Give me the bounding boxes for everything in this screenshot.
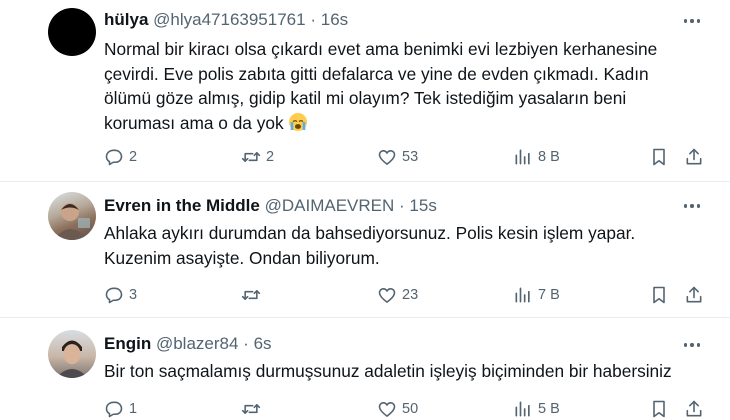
- reply-button[interactable]: 1: [104, 398, 137, 420]
- reply-icon: [105, 149, 123, 166]
- tweet-actions: 2 2 53 8 B: [104, 146, 704, 168]
- bookmark-icon: [653, 148, 665, 166]
- timestamp[interactable]: 15s: [409, 196, 436, 215]
- avatar[interactable]: [48, 330, 96, 378]
- tweet-header: Evren in the Middle @DAIMAEVREN · 15s: [104, 196, 437, 216]
- views-button[interactable]: 5 B: [513, 398, 560, 420]
- bookmark-button[interactable]: [649, 398, 669, 420]
- retweet-button[interactable]: [241, 284, 266, 306]
- tweet-text-line: Bir ton saçmalamış durmuşsunuz adaletin …: [104, 361, 672, 381]
- more-options-icon[interactable]: [684, 202, 704, 210]
- like-count: 50: [402, 401, 419, 417]
- heart-icon: [378, 402, 396, 417]
- reply-tweet[interactable]: hülya @hlya47163951761 · 16s Normal bir …: [0, 0, 730, 181]
- share-button[interactable]: [684, 398, 704, 420]
- share-button[interactable]: [684, 146, 704, 168]
- like-count: 23: [402, 287, 419, 303]
- reply-icon: [105, 287, 123, 304]
- share-button[interactable]: [684, 284, 704, 306]
- reply-count: 2: [129, 149, 138, 165]
- share-icon: [686, 148, 702, 165]
- share-icon: [686, 286, 702, 303]
- bookmark-button[interactable]: [649, 146, 669, 168]
- author-handle[interactable]: @hlya47163951761: [153, 10, 305, 29]
- avatar[interactable]: [48, 8, 96, 56]
- separator-dot: ·: [243, 334, 249, 353]
- like-button[interactable]: 23: [377, 284, 418, 306]
- analytics-icon: [515, 149, 530, 165]
- reply-tweet[interactable]: Engin @blazer84 · 6s Bir ton saçmalamış …: [0, 318, 730, 420]
- separator-dot: ·: [399, 196, 405, 215]
- retweet-button[interactable]: [241, 398, 266, 420]
- views-count: 7 B: [538, 287, 560, 303]
- timestamp[interactable]: 6s: [254, 334, 272, 353]
- author-handle[interactable]: @blazer84: [156, 334, 238, 353]
- tweet-header: Engin @blazer84 · 6s: [104, 334, 272, 354]
- more-options-icon[interactable]: [684, 17, 704, 25]
- tweet-text-line: ölümü göze almış, gidip katil mi olayım?…: [104, 88, 627, 108]
- author-name[interactable]: Engin: [104, 334, 151, 353]
- reply-icon: [105, 401, 123, 418]
- like-count: 53: [402, 149, 419, 165]
- tweet-text-line: Normal bir kiracı olsa çıkardı evet ama …: [104, 39, 658, 59]
- views-count: 5 B: [538, 401, 560, 417]
- avatar[interactable]: [48, 192, 96, 240]
- analytics-icon: [515, 287, 530, 303]
- timestamp[interactable]: 16s: [321, 10, 348, 29]
- analytics-icon: [515, 401, 530, 417]
- more-options-icon[interactable]: [684, 341, 704, 349]
- views-button[interactable]: 7 B: [513, 284, 560, 306]
- separator-dot: ·: [310, 10, 316, 29]
- reply-button[interactable]: 3: [104, 284, 137, 306]
- tweet-text-line: Kuzenim asayişte. Ondan biliyorum.: [104, 247, 380, 268]
- like-button[interactable]: 50: [377, 398, 418, 420]
- tweet-text: Bir ton saçmalamış durmuşsunuz adaletin …: [104, 359, 704, 384]
- retweet-icon: [241, 290, 261, 300]
- tweet-text-line: Ahlaka aykırı durumdan da bahsediyorsunu…: [104, 223, 636, 243]
- retweet-icon: [241, 404, 261, 414]
- author-name[interactable]: hülya: [104, 10, 148, 29]
- share-icon: [686, 400, 702, 417]
- bookmark-icon: [653, 286, 665, 304]
- views-button[interactable]: 8 B: [513, 146, 560, 168]
- tweet-text-line: çevirdi. Eve polis zabıta gitti defalarc…: [104, 63, 649, 84]
- tweet-header: hülya @hlya47163951761 · 16s: [104, 10, 348, 30]
- author-handle[interactable]: @DAIMAEVREN: [265, 196, 395, 215]
- author-name[interactable]: Evren in the Middle: [104, 196, 260, 215]
- crying-face-emoji: [288, 112, 308, 139]
- reply-button[interactable]: 2: [104, 146, 137, 168]
- tweet-actions: 3 23 7 B: [104, 284, 704, 306]
- tweet-text-line: koruması ama o da yok: [104, 112, 284, 133]
- reply-count: 1: [129, 401, 138, 417]
- views-count: 8 B: [538, 149, 560, 165]
- retweet-icon: [241, 152, 261, 162]
- like-button[interactable]: 53: [377, 146, 418, 168]
- retweet-button[interactable]: 2: [241, 146, 274, 168]
- tweet-text: Ahlaka aykırı durumdan da bahsediyorsunu…: [104, 221, 704, 270]
- heart-icon: [378, 150, 396, 165]
- tweet-text: Normal bir kiracı olsa çıkardı evet ama …: [104, 37, 704, 138]
- heart-icon: [378, 288, 396, 303]
- bookmark-button[interactable]: [649, 284, 669, 306]
- reply-count: 3: [129, 287, 138, 303]
- reply-tweet[interactable]: Evren in the Middle @DAIMAEVREN · 15s Ah…: [0, 182, 730, 317]
- bookmark-icon: [653, 400, 665, 418]
- retweet-count: 2: [266, 149, 275, 165]
- tweet-actions: 1 50 5 B: [104, 398, 704, 420]
